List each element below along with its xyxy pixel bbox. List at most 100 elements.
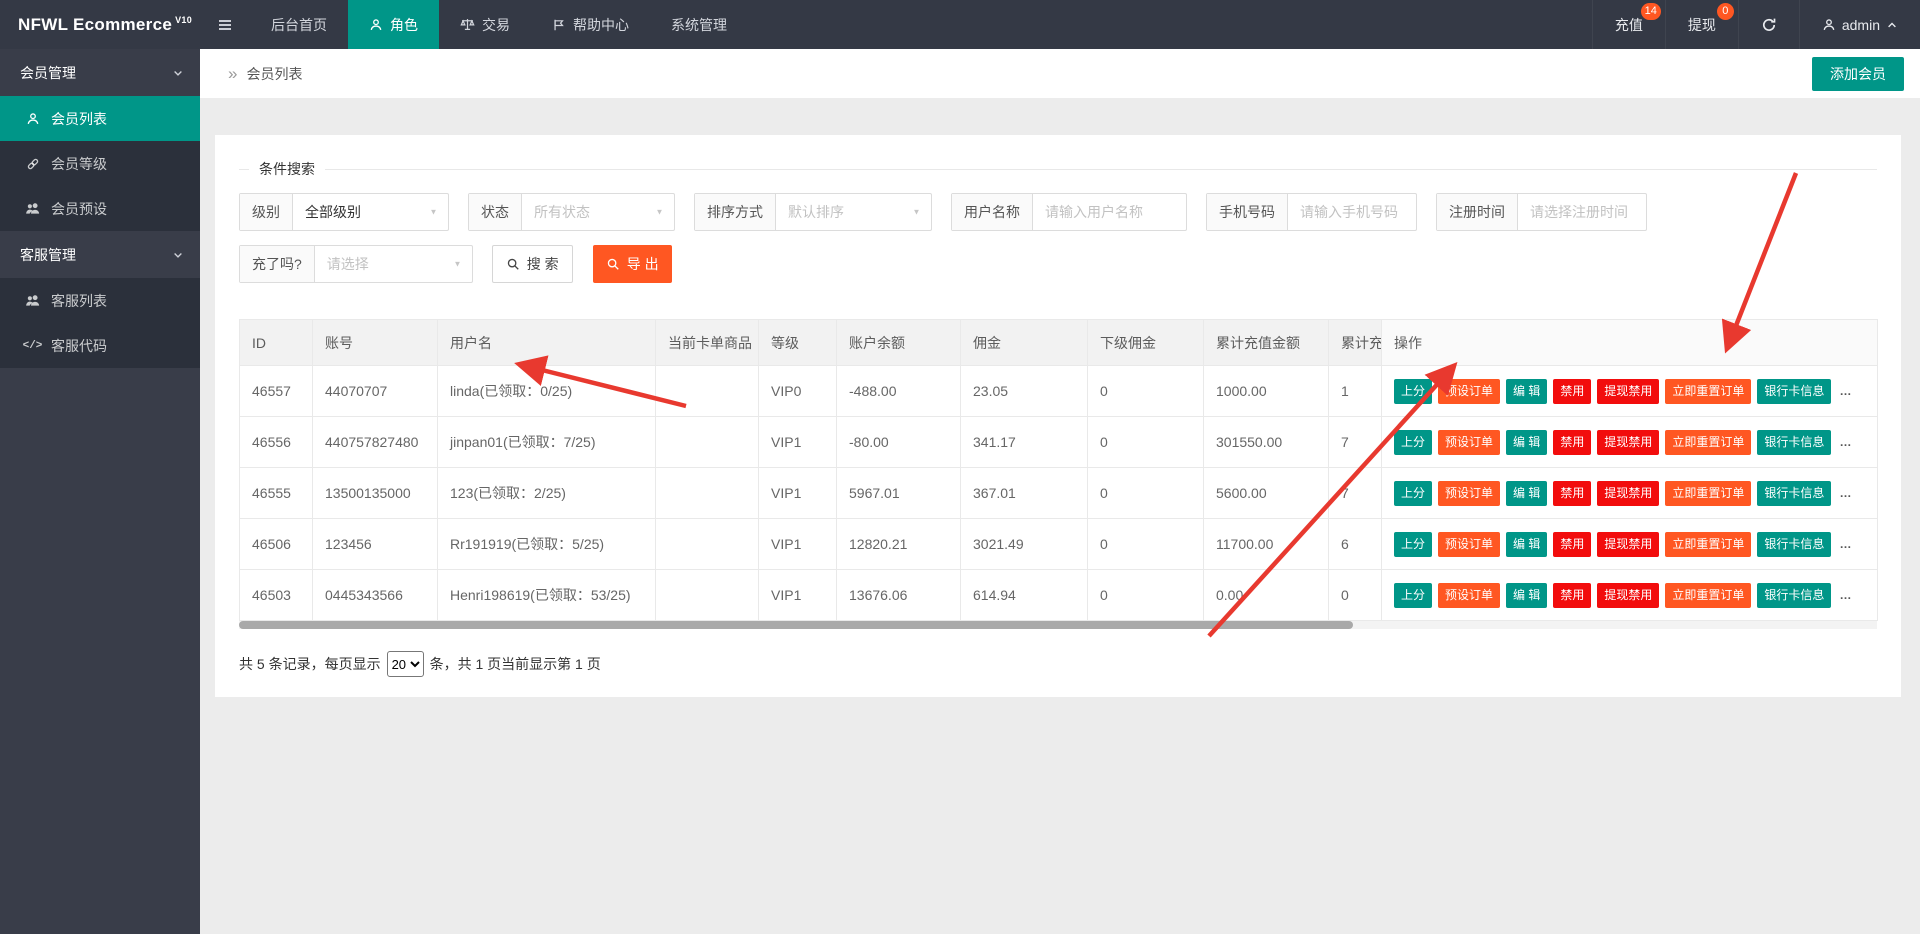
top-nav-right: 充值 14 提现 0 admin	[1591, 0, 1920, 49]
table-cell-product	[655, 467, 759, 519]
scrollbar-thumb[interactable]	[239, 621, 1353, 629]
action-more-button[interactable]: …	[1837, 379, 1854, 404]
action-reset-order-button[interactable]: 立即重置订单	[1665, 429, 1752, 455]
action-reset-order-button[interactable]: 立即重置订单	[1665, 531, 1752, 557]
table-cell-recharge-count: 7	[1328, 416, 1382, 468]
phone-input[interactable]	[1288, 194, 1416, 230]
table-cell-actions: 上分 预设订单编 辑禁用 提现禁用 立即重置订单 银行卡信息…	[1381, 569, 1878, 621]
action-add-points-button[interactable]: 上分	[1394, 480, 1433, 506]
action-reset-order-button[interactable]: 立即重置订单	[1665, 378, 1752, 404]
main-area: » 会员列表 添加会员 条件搜索 级别 全部级别 ▼ 状态 所有状态 ▼ 排序方式 默认排序 ▼…	[200, 49, 1920, 934]
nav-item-role[interactable]: 角色	[348, 0, 439, 49]
table-cell-actions: 上分 预设订单编 辑禁用 提现禁用 立即重置订单 银行卡信息…	[1381, 416, 1878, 468]
brand-version: V10	[175, 14, 193, 25]
horizontal-scrollbar[interactable]	[239, 621, 1877, 629]
recharge-button[interactable]: 充值 14	[1591, 0, 1665, 49]
action-preset-order-button[interactable]: 预设订单	[1438, 480, 1501, 506]
table-row: 46556 440757827480 jinpan01(已领取：7/25) VIP1-…	[239, 416, 1878, 468]
action-withdraw-disable-button[interactable]: 提现禁用	[1597, 480, 1660, 506]
search-icon	[606, 257, 620, 271]
action-edit-button[interactable]: 编 辑	[1506, 378, 1548, 404]
sidebar-item-member-list[interactable]: 会员列表	[0, 96, 200, 141]
withdraw-label: 提现	[1687, 16, 1716, 33]
action-edit-button[interactable]: 编 辑	[1506, 531, 1548, 557]
action-edit-button[interactable]: 编 辑	[1506, 429, 1548, 455]
main-layout: 会员管理 会员列表 会员等级 会员预设 客服管理 客服列表 </> 客服代码 » 会员列表 添…	[0, 49, 1920, 934]
action-add-points-button[interactable]: 上分	[1394, 531, 1433, 557]
action-withdraw-disable-button[interactable]: 提现禁用	[1597, 378, 1660, 404]
action-disable-button[interactable]: 禁用	[1553, 429, 1592, 455]
table-cell-total-recharge: 0.00	[1203, 569, 1329, 621]
code-icon: </>	[22, 339, 43, 352]
action-edit-button[interactable]: 编 辑	[1506, 582, 1548, 608]
sidebar-group-service-mgmt[interactable]: 客服管理	[0, 231, 200, 278]
action-add-points-button[interactable]: 上分	[1394, 582, 1433, 608]
member-table-wrap: ID账号用户名当前卡单商品等级账户余额佣金下级佣金累计充值金额累计充值操作465…	[239, 319, 1878, 629]
nav-item-home[interactable]: 后台首页	[250, 0, 348, 49]
page-size-select[interactable]: 20	[386, 651, 424, 677]
breadcrumb: 会员列表	[246, 65, 303, 82]
action-more-button[interactable]: …	[1837, 583, 1854, 608]
refresh-icon	[1761, 17, 1777, 33]
action-bank-card-button[interactable]: 银行卡信息	[1757, 480, 1832, 506]
sidebar-item-member-level[interactable]: 会员等级	[0, 141, 200, 186]
table-header-row: ID账号用户名当前卡单商品等级账户余额佣金下级佣金累计充值金额累计充值操作	[239, 319, 1878, 366]
table-row: 46557 44070707 linda(已领取：0/25) VIP0 -488.00 2…	[239, 365, 1878, 417]
action-reset-order-button[interactable]: 立即重置订单	[1665, 480, 1752, 506]
action-disable-button[interactable]: 禁用	[1553, 378, 1592, 404]
action-bank-card-button[interactable]: 银行卡信息	[1757, 429, 1832, 455]
action-add-points-button[interactable]: 上分	[1394, 429, 1433, 455]
action-bank-card-button[interactable]: 银行卡信息	[1757, 582, 1832, 608]
sort-select[interactable]: 默认排序 ▼	[776, 194, 931, 230]
action-reset-order-button[interactable]: 立即重置订单	[1665, 582, 1752, 608]
export-button[interactable]: 导 出	[592, 245, 672, 283]
action-preset-order-button[interactable]: 预设订单	[1438, 378, 1501, 404]
table-cell-commission: 23.05	[960, 365, 1088, 417]
action-preset-order-button[interactable]: 预设订单	[1438, 582, 1501, 608]
regtime-input[interactable]	[1518, 194, 1646, 230]
action-more-button[interactable]: …	[1837, 481, 1854, 506]
action-withdraw-disable-button[interactable]: 提现禁用	[1597, 582, 1660, 608]
action-disable-button[interactable]: 禁用	[1553, 531, 1592, 557]
action-preset-order-button[interactable]: 预设订单	[1438, 531, 1501, 557]
search-button[interactable]: 搜 索	[491, 245, 573, 283]
action-withdraw-disable-button[interactable]: 提现禁用	[1597, 429, 1660, 455]
users-icon	[24, 293, 41, 308]
recharged-select[interactable]: 请选择 ▼	[315, 246, 472, 282]
action-withdraw-disable-button[interactable]: 提现禁用	[1597, 531, 1660, 557]
level-filter-group: 级别 全部级别 ▼	[239, 193, 449, 231]
menu-toggle-button[interactable]	[200, 0, 250, 49]
action-more-button[interactable]: …	[1837, 430, 1854, 455]
action-disable-button[interactable]: 禁用	[1553, 582, 1592, 608]
action-bank-card-button[interactable]: 银行卡信息	[1757, 531, 1832, 557]
user-menu[interactable]: admin	[1798, 0, 1920, 49]
nav-item-trade[interactable]: 交易	[439, 0, 531, 49]
filter-label: 注册时间	[1437, 194, 1518, 230]
table-cell-recharge-count: 1	[1328, 365, 1382, 417]
table-cell-sub-commission: 0	[1087, 467, 1204, 519]
action-more-button[interactable]: …	[1837, 532, 1854, 557]
sidebar-group-member-mgmt[interactable]: 会员管理	[0, 49, 200, 96]
status-filter-group: 状态 所有状态 ▼	[468, 193, 675, 231]
withdraw-button[interactable]: 提现 0	[1664, 0, 1738, 49]
action-add-points-button[interactable]: 上分	[1394, 378, 1433, 404]
username-input[interactable]	[1033, 194, 1186, 230]
add-member-button[interactable]: 添加会员	[1812, 56, 1904, 91]
nav-item-help[interactable]: 帮助中心	[531, 0, 650, 49]
nav-item-system[interactable]: 系统管理	[650, 0, 748, 49]
refresh-button[interactable]	[1737, 0, 1799, 49]
status-select[interactable]: 所有状态 ▼	[522, 194, 674, 230]
top-navbar: NFWL Ecommerce V10 后台首页 角色 交易 帮助中心 系统管理 充值 14…	[0, 0, 1920, 49]
sidebar-item-service-code[interactable]: </> 客服代码	[0, 323, 200, 368]
sidebar-item-service-list[interactable]: 客服列表	[0, 278, 200, 323]
level-select[interactable]: 全部级别 ▼	[293, 194, 448, 230]
sidebar-group-label: 客服管理	[20, 246, 76, 263]
sidebar-item-member-preset[interactable]: 会员预设	[0, 186, 200, 231]
table-cell-level: VIP1	[758, 467, 837, 519]
action-disable-button[interactable]: 禁用	[1553, 480, 1592, 506]
action-edit-button[interactable]: 编 辑	[1506, 480, 1548, 506]
nav-item-label: 角色	[390, 16, 418, 33]
action-bank-card-button[interactable]: 银行卡信息	[1757, 378, 1832, 404]
nav-item-label: 系统管理	[671, 16, 727, 33]
action-preset-order-button[interactable]: 预设订单	[1438, 429, 1501, 455]
